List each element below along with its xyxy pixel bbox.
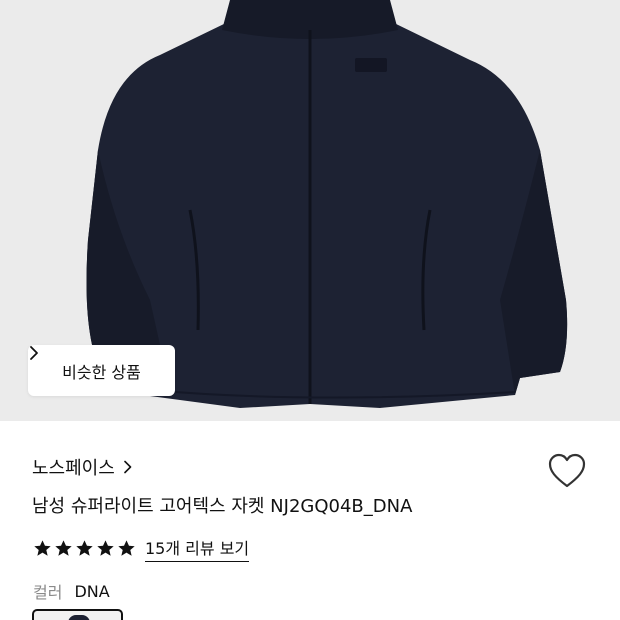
color-label: 컬러 — [33, 583, 63, 602]
rating-row: 15개 리뷰 보기 — [33, 535, 250, 562]
review-link[interactable]: 15개 리뷰 보기 — [145, 535, 250, 562]
star-icon — [76, 539, 93, 556]
brand-link[interactable]: 노스페이스 — [32, 454, 133, 480]
star-icon — [97, 539, 114, 556]
star-icon — [55, 539, 72, 556]
similar-products-button[interactable]: 비슷한 상품 — [28, 345, 175, 396]
product-image[interactable]: 비슷한 상품 — [0, 0, 620, 421]
color-row: 컬러 DNA — [33, 579, 110, 603]
color-swatch-selected[interactable] — [32, 609, 123, 620]
heart-icon[interactable] — [547, 452, 587, 490]
star-icon — [34, 539, 51, 556]
chevron-right-icon — [124, 460, 132, 474]
chevron-right-icon — [30, 346, 38, 360]
product-title: 남성 슈퍼라이트 고어텍스 자켓 NJ2GQ04B_DNA — [32, 496, 413, 517]
star-rating — [33, 539, 136, 558]
star-icon — [118, 539, 135, 556]
brand-name: 노스페이스 — [32, 458, 115, 479]
color-value: DNA — [74, 581, 110, 601]
swatch-thumbnail — [68, 615, 90, 620]
similar-products-label: 비슷한 상품 — [62, 362, 141, 382]
